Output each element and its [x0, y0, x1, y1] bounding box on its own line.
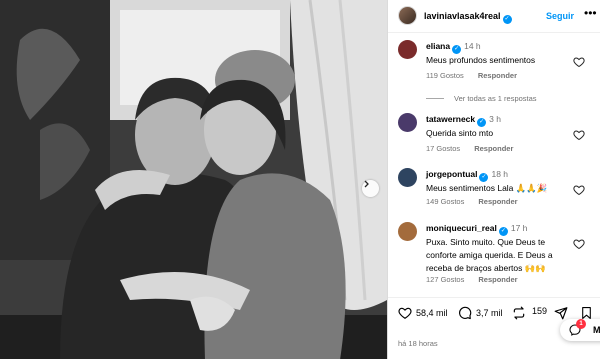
comment-username[interactable]: jorgepontual ✓ 18 h: [426, 169, 508, 182]
comment-avatar[interactable]: [398, 40, 417, 59]
reply-button[interactable]: Responder: [478, 197, 517, 206]
verified-icon: ✓: [477, 118, 487, 127]
chevron-right-icon: [364, 180, 369, 188]
verified-icon: ✓: [502, 15, 512, 24]
send-button[interactable]: [554, 306, 572, 320]
comment-text: Meus profundos sentimentos: [426, 55, 536, 65]
unread-badge: 1: [576, 319, 586, 329]
photo-image: [0, 0, 387, 359]
repost-button[interactable]: [512, 306, 530, 320]
comment-time: 17 h: [510, 223, 528, 233]
author-username[interactable]: laviniavlasak4real ✓: [424, 11, 512, 24]
comment-text: Meus sentimentos Lala 🙏🙏🎉: [426, 183, 548, 193]
comment-avatar[interactable]: [398, 113, 417, 132]
comment-likes[interactable]: 17 Gostos: [426, 144, 460, 153]
comment-avatar[interactable]: [398, 222, 417, 241]
send-icon: [554, 307, 568, 320]
comment-time: 3 h: [489, 114, 501, 124]
bookmark-icon: [582, 307, 591, 319]
verified-icon: ✓: [498, 227, 508, 236]
comment-avatar[interactable]: [398, 168, 417, 187]
verified-icon: ✓: [452, 45, 462, 54]
view-replies-link[interactable]: Ver todas as 1 respostas: [426, 94, 537, 103]
comment-meta: 149 Gostos Responder: [426, 197, 532, 206]
more-options-icon[interactable]: •••: [584, 6, 597, 20]
comment-meta: 17 Gostos Responder: [426, 144, 527, 153]
comment-likes[interactable]: 149 Gostos: [426, 197, 464, 206]
comments-panel: laviniavlasak4real ✓ Seguir ••• eliana ✓ 14…: [387, 0, 600, 359]
comment-icon: [459, 306, 472, 320]
messages-label: M: [593, 325, 600, 335]
heart-icon[interactable]: [573, 129, 585, 141]
comment-button[interactable]: 3,7 mil: [458, 306, 503, 320]
like-button[interactable]: 58,4 mil: [398, 306, 448, 320]
reply-button[interactable]: Responder: [474, 144, 513, 153]
comment-text: Puxa. Sinto muito. Que Deus te conforte …: [426, 237, 553, 273]
comment-meta: 119 Gostos Responder: [426, 71, 531, 80]
comment-likes[interactable]: 127 Gostos: [426, 275, 464, 284]
reply-button[interactable]: Responder: [478, 71, 517, 80]
author-username-text[interactable]: laviniavlasak4real: [424, 11, 501, 21]
post-time-ago: há 18 horas: [398, 339, 438, 348]
save-button[interactable]: [580, 306, 597, 320]
next-photo-button[interactable]: [362, 180, 379, 197]
repost-icon: [513, 306, 525, 320]
author-avatar[interactable]: [398, 6, 417, 25]
comment-username[interactable]: moniquecuri_real ✓ 17 h: [426, 223, 527, 236]
heart-icon[interactable]: [573, 56, 585, 68]
share-count: 159: [532, 306, 548, 316]
follow-button[interactable]: Seguir: [546, 11, 574, 21]
heart-icon[interactable]: [573, 184, 585, 196]
reply-button[interactable]: Responder: [478, 275, 517, 284]
heart-icon[interactable]: [573, 238, 585, 250]
verified-icon: ✓: [479, 173, 489, 182]
share-count-label: 159: [532, 306, 547, 316]
comment-text: Querida sinto mto: [426, 128, 494, 138]
comment-likes[interactable]: 119 Gostos: [426, 71, 464, 80]
comment-time: 14 h: [464, 41, 481, 51]
comment-username[interactable]: eliana ✓ 14 h: [426, 41, 481, 54]
replies-divider: [426, 98, 444, 99]
like-count: 58,4 mil: [416, 308, 448, 318]
heart-icon: [398, 307, 412, 319]
comment-username[interactable]: tatawerneck ✓ 3 h: [426, 114, 501, 127]
comment-meta: 127 Gostos Responder: [426, 275, 532, 284]
post-photo[interactable]: [0, 0, 387, 359]
comment-time: 18 h: [491, 169, 509, 179]
comment-count: 3,7 mil: [476, 308, 503, 318]
post-header: laviniavlasak4real ✓ Seguir •••: [388, 0, 600, 33]
